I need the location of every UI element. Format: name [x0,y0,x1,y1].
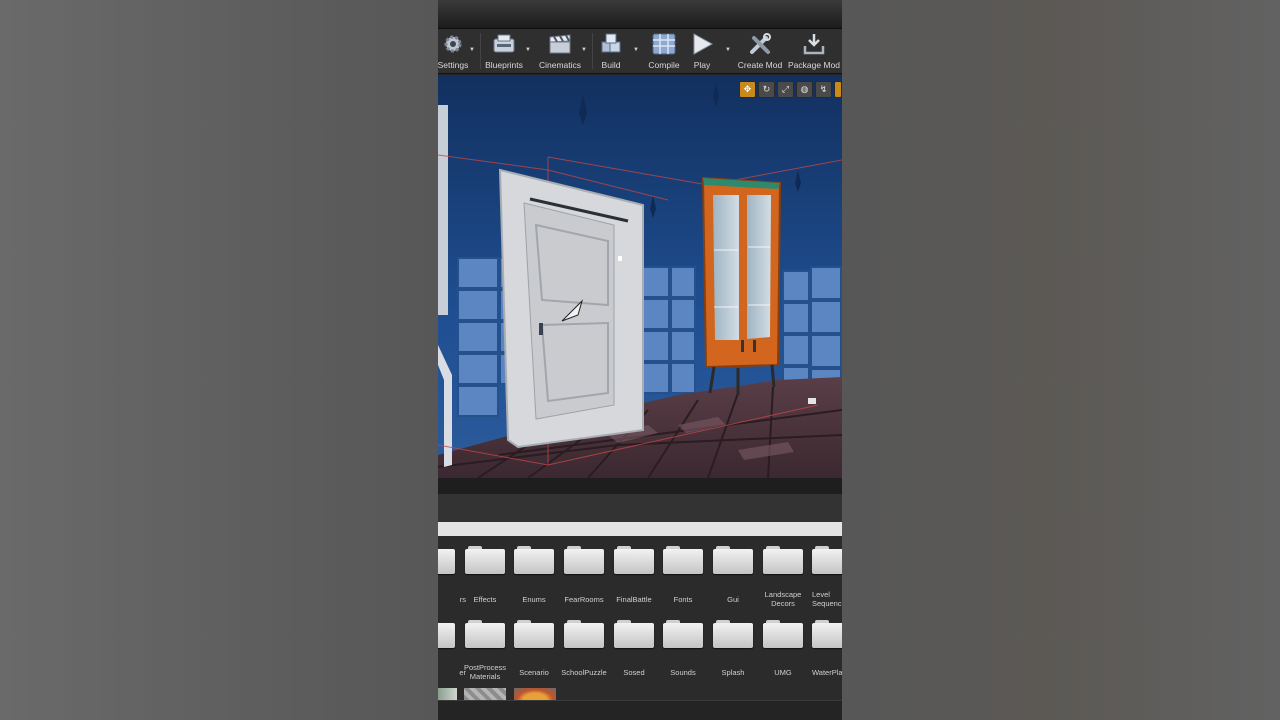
folder-icon[interactable] [663,620,703,648]
folder-label: Scenario [519,668,549,677]
folder-label: Landscape Decors [764,590,802,608]
viewport-transform-tools: ✥ ↻ ⤢ ◍ ↯ [739,81,842,98]
blueprints-button[interactable]: Blueprints [484,31,524,71]
cinematics-label: Cinematics [538,60,582,70]
folder-icon[interactable] [514,620,554,648]
panel-divider [438,478,842,494]
create-mod-label: Create Mod [737,60,783,70]
play-button[interactable]: Play [688,31,716,71]
play-label: Play [693,60,711,70]
play-dropdown-icon[interactable]: ▼ [725,47,731,53]
blueprints-label: Blueprints [485,60,523,70]
folder-icon[interactable] [465,546,505,574]
asset-thumbnail[interactable] [514,688,556,700]
compile-label: Compile [648,60,680,70]
compile-button[interactable]: Compile [646,31,682,71]
scale-icon[interactable]: ⤢ [777,81,794,98]
blueprints-dropdown-icon[interactable]: ▼ [525,47,531,53]
toolbar-divider [592,33,593,69]
asset-thumbnail[interactable] [464,688,506,700]
scene-render [438,75,842,478]
gear-icon [440,31,466,57]
folder-label: Enums [522,595,546,604]
asset-thumbnail[interactable] [438,688,457,700]
folder-icon[interactable] [614,546,654,574]
cinematics-button[interactable]: Cinematics [538,31,582,71]
folder-label: Sosed [623,668,645,677]
content-browser-toolbar [438,494,842,522]
surface-snap-icon[interactable]: ↯ [815,81,832,98]
content-browser-footer [438,700,842,720]
folder-label: Splash [721,668,745,677]
toolbar-divider [480,33,481,69]
folder-label: Gui [727,595,739,604]
cinematics-dropdown-icon[interactable]: ▼ [581,47,587,53]
level-viewport[interactable]: ✥ ↻ ⤢ ◍ ↯ [438,75,842,480]
folder-label: UMG [774,668,792,677]
folder-icon[interactable] [713,620,753,648]
folder-icon[interactable] [438,620,455,648]
main-toolbar: Settings ▼ Blueprints ▼ Cinematics ▼ Bui… [438,29,842,74]
folder-label: Fonts [673,595,693,604]
compile-icon [651,31,677,57]
folder-label: Sounds [670,668,696,677]
build-label: Build [601,60,621,70]
folder-icon[interactable] [614,620,654,648]
folder-label: FinalBattle [616,595,652,604]
settings-button[interactable]: Settings [438,31,468,71]
build-cubes-icon [598,31,624,57]
folder-icon[interactable] [713,546,753,574]
package-mod-button[interactable]: Package Mod [788,31,840,71]
folder-icon[interactable] [763,620,803,648]
folder-label: Effects [473,595,497,604]
grid-snap-icon[interactable] [834,81,842,98]
folder-icon[interactable] [465,620,505,648]
folder-label: SchoolPuzzle [561,668,607,677]
play-icon [689,31,715,57]
folder-icon[interactable] [514,546,554,574]
build-dropdown-icon[interactable]: ▼ [633,47,639,53]
title-bar [438,0,842,29]
world-space-icon[interactable]: ◍ [796,81,813,98]
folder-icon[interactable] [812,546,842,574]
folder-label: FearRooms [564,595,604,604]
content-path-bar[interactable] [438,522,842,536]
folder-icon[interactable] [564,620,604,648]
package-download-icon [801,31,827,57]
folder-icon[interactable] [663,546,703,574]
create-mod-button[interactable]: Create Mod [738,31,782,71]
tools-icon [747,31,773,57]
blueprints-icon [491,31,517,57]
rotate-icon[interactable]: ↻ [758,81,775,98]
editor-window: Settings ▼ Blueprints ▼ Cinematics ▼ Bui… [438,0,842,720]
folder-label: WaterPla [812,668,842,677]
settings-label: Settings [438,60,469,70]
folder-icon[interactable] [564,546,604,574]
folder-label: PostProcess Materials [463,663,507,681]
settings-dropdown-icon[interactable]: ▼ [469,47,475,53]
folder-icon[interactable] [438,546,455,574]
build-button[interactable]: Build [596,31,626,71]
clapperboard-icon [547,31,573,57]
select-translate-icon[interactable]: ✥ [739,81,756,98]
folder-label: Level Sequenc [812,590,842,608]
folder-icon[interactable] [812,620,842,648]
package-mod-label: Package Mod [788,60,840,70]
folder-icon[interactable] [763,546,803,574]
